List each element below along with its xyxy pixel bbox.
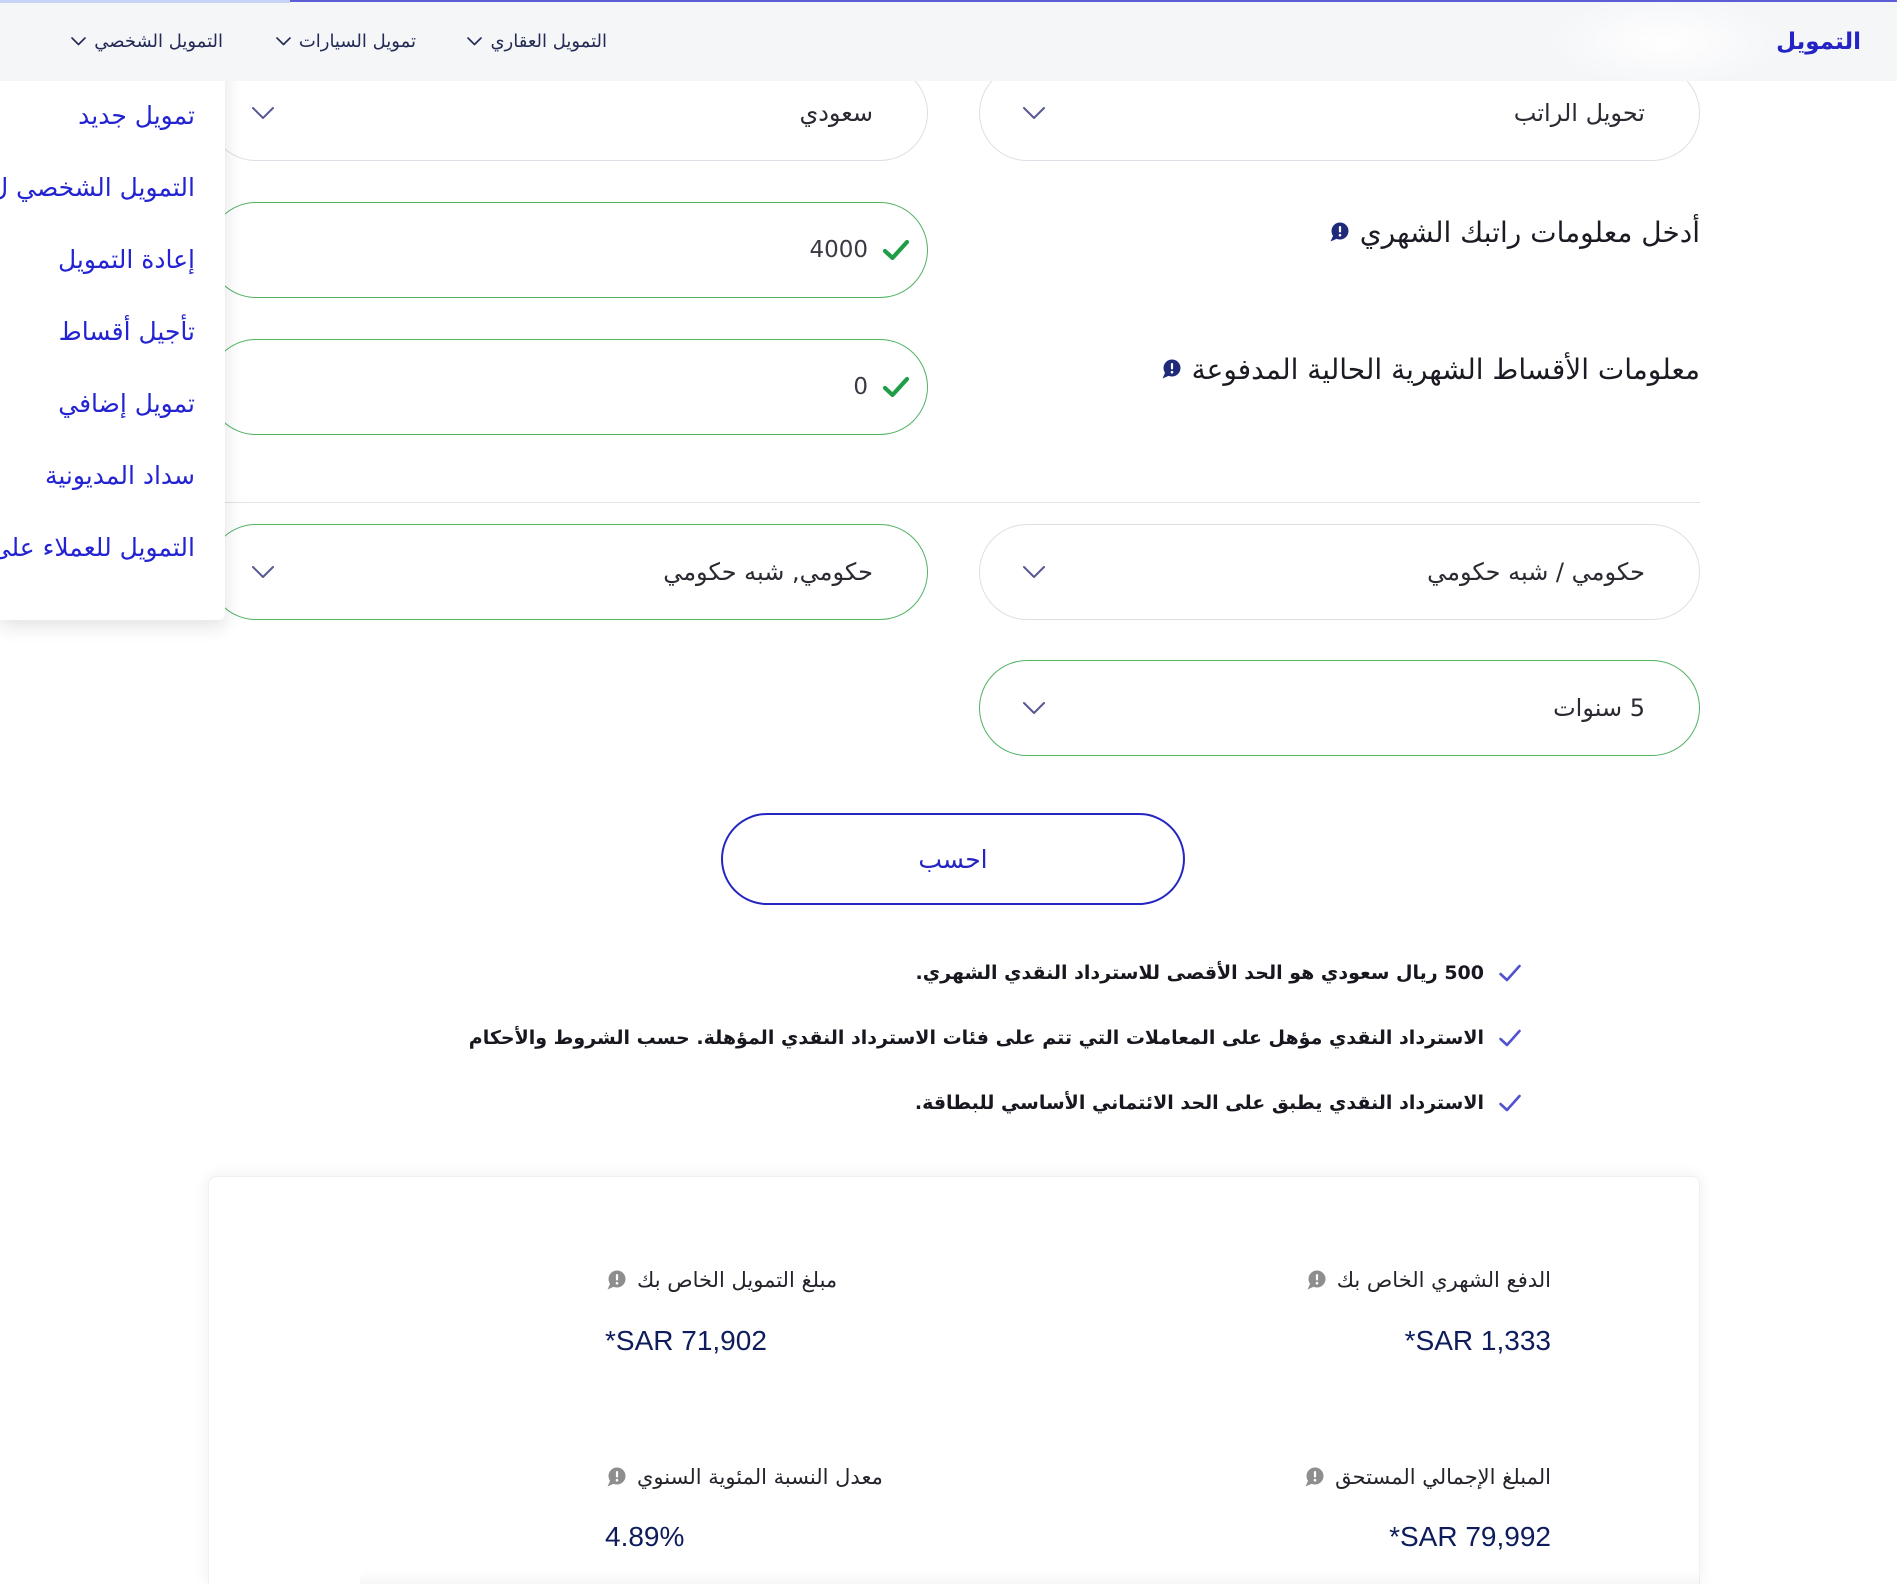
- chevron-down-icon: [252, 107, 274, 119]
- monthly-salary-label: أدخل معلومات راتبك الشهري: [1328, 212, 1700, 252]
- note-text: 500 ريال سعودي هو الحد الأقصى للاسترداد …: [915, 962, 1485, 984]
- select-value: حكومي / شبه حكومي: [1427, 558, 1645, 586]
- select-value: تحويل الراتب: [1513, 99, 1645, 127]
- nav-item-label: تمويل السيارات: [298, 31, 416, 52]
- card-bottom-shadow: [360, 1570, 1700, 1584]
- sector-select[interactable]: حكومي / شبه حكومي: [979, 524, 1700, 620]
- top-navigation: التمويل التمويل العقاري تمويل السيارات ا…: [0, 0, 1897, 81]
- apr-value: 4.89%: [605, 1521, 685, 1552]
- finance-amount-value: *SAR 71,902: [605, 1325, 767, 1356]
- finance-amount-label: مبلغ التمويل الخاص بك: [605, 1264, 837, 1296]
- employer-category-select[interactable]: حكومي, شبه حكومي: [208, 524, 928, 620]
- total-due-label: المبلغ الإجمالي المستحق: [1303, 1461, 1551, 1493]
- result-label-text: معدل النسبة المئوية السنوي: [637, 1465, 883, 1489]
- monthly-salary-input[interactable]: [239, 230, 868, 270]
- dropdown-item-personal-finance[interactable]: التمويل الشخصي ل: [0, 152, 225, 224]
- tenure-select[interactable]: 5 سنوات: [979, 660, 1700, 756]
- check-icon: [1499, 1029, 1521, 1047]
- note-text: الاسترداد النقدي يطبق على الحد الائتماني…: [914, 1092, 1484, 1114]
- dropdown-item-additional-finance[interactable]: تمويل إضافي: [0, 368, 225, 440]
- chevron-down-icon: [252, 566, 274, 578]
- note-item: 500 ريال سعودي هو الحد الأقصى للاسترداد …: [916, 955, 1523, 991]
- check-icon: [1499, 1094, 1521, 1112]
- info-bubble-icon[interactable]: [1328, 221, 1350, 243]
- select-value: سعودي: [799, 99, 873, 127]
- monthly-payment-value: *SAR 1,333: [1404, 1325, 1551, 1356]
- section-divider: [225, 502, 1700, 503]
- result-label-text: المبلغ الإجمالي المستحق: [1335, 1465, 1551, 1489]
- info-bubble-icon[interactable]: [1160, 358, 1182, 380]
- nav-item-personal-finance[interactable]: التمويل الشخصي: [71, 2, 223, 81]
- monthly-salary-field[interactable]: [208, 202, 928, 298]
- field-label-text: أدخل معلومات راتبك الشهري: [1359, 215, 1700, 249]
- calculate-button[interactable]: احسب: [721, 813, 1185, 905]
- finance-calculator-page: التمويل التمويل العقاري تمويل السيارات ا…: [0, 0, 1897, 1584]
- info-bubble-icon[interactable]: [1303, 1466, 1325, 1488]
- info-bubble-icon[interactable]: [605, 1269, 627, 1291]
- field-label-text: معلومات الأقساط الشهرية الحالية المدفوعة: [1191, 352, 1700, 386]
- nav-item-real-estate-finance[interactable]: التمويل العقاري: [467, 2, 607, 81]
- dropdown-item-refinance[interactable]: إعادة التمويل: [0, 224, 225, 296]
- chevron-down-icon: [1023, 566, 1045, 578]
- note-item: الاسترداد النقدي مؤهل على المعاملات التي…: [469, 1020, 1522, 1056]
- result-label-text: الدفع الشهري الخاص بك: [1336, 1268, 1551, 1292]
- result-label-text: مبلغ التمويل الخاص بك: [637, 1268, 838, 1292]
- nav-item-label: التمويل الشخصي: [94, 31, 223, 52]
- chevron-down-icon: [1023, 107, 1045, 119]
- info-bubble-icon[interactable]: [605, 1466, 627, 1488]
- dropdown-item-debt-settlement[interactable]: سداد المديونية: [0, 440, 225, 512]
- check-icon: [882, 239, 910, 261]
- chevron-down-icon: [276, 37, 291, 46]
- monthly-payment-label: الدفع الشهري الخاص بك: [1305, 1264, 1551, 1296]
- select-value: 5 سنوات: [1553, 694, 1645, 722]
- info-bubble-icon[interactable]: [1305, 1269, 1327, 1291]
- select-value: حكومي, شبه حكومي: [663, 558, 873, 586]
- current-installments-label: معلومات الأقساط الشهرية الحالية المدفوعة: [1160, 349, 1700, 389]
- chevron-down-icon: [71, 37, 87, 46]
- chevron-down-icon: [1023, 702, 1045, 714]
- current-installments-field[interactable]: [208, 339, 928, 435]
- chevron-down-icon: [467, 37, 483, 46]
- apr-label: معدل النسبة المئوية السنوي: [605, 1461, 883, 1493]
- nav-brand-finance[interactable]: التمويل: [1776, 2, 1861, 81]
- note-text: الاسترداد النقدي مؤهل على المعاملات التي…: [468, 1027, 1484, 1049]
- note-item: الاسترداد النقدي يطبق على الحد الائتماني…: [915, 1085, 1522, 1121]
- check-icon: [1499, 964, 1521, 982]
- total-due-value: *SAR 79,992: [1389, 1521, 1551, 1552]
- check-icon: [882, 376, 910, 398]
- dropdown-item-new-finance[interactable]: تمويل جديد: [0, 80, 225, 152]
- current-installments-input[interactable]: [239, 367, 868, 407]
- dropdown-item-defer-installments[interactable]: تأجيل أقساط: [0, 296, 225, 368]
- nav-item-label: التمويل العقاري: [490, 31, 607, 52]
- personal-finance-dropdown: تمويل جديد التمويل الشخصي ل إعادة التموي…: [0, 60, 225, 620]
- dropdown-item-customers-finance[interactable]: التمويل للعملاء على: [0, 512, 225, 584]
- nav-item-auto-finance[interactable]: تمويل السيارات: [276, 2, 416, 81]
